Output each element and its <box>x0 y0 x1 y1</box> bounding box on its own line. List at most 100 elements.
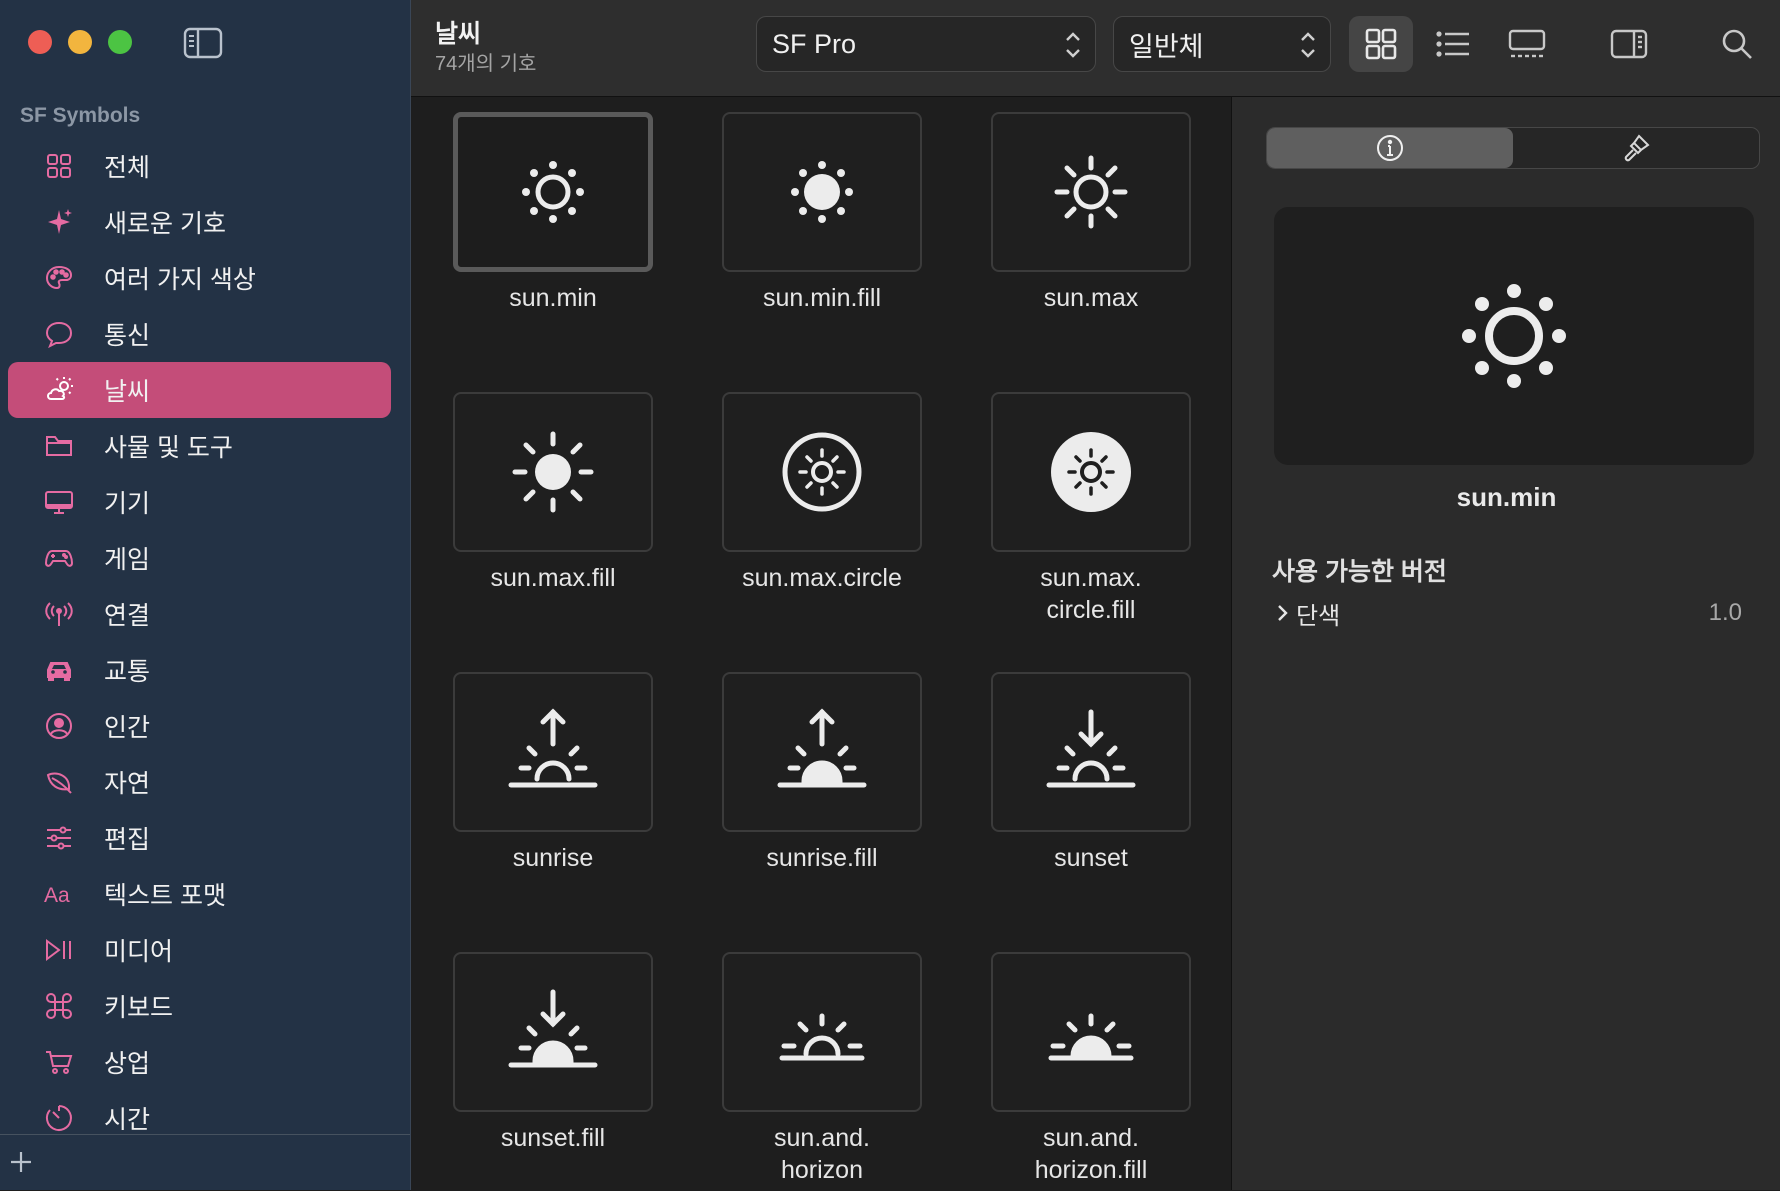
version-row[interactable]: 단색 1.0 <box>1272 595 1742 631</box>
sidebar-item-new-symbols[interactable]: 새로운 기호 <box>8 194 391 250</box>
version-number: 1.0 <box>1708 599 1742 626</box>
inspector-toggle-button[interactable] <box>1597 16 1661 72</box>
symbol-cell-sun-max-circle-fill[interactable]: sun.max. circle.fill <box>991 392 1191 626</box>
inspector-panel: sun.min 사용 가능한 버전 단색 1.0 <box>1231 97 1780 1190</box>
chevron-up-down-icon <box>1066 32 1080 58</box>
symbol-cell-sun-max[interactable]: sun.max <box>991 112 1191 314</box>
sidebar-item-gaming[interactable]: 게임 <box>8 530 391 586</box>
gamecontroller-icon <box>42 541 76 575</box>
symbol-tile <box>453 112 653 272</box>
tab-info[interactable] <box>1267 128 1513 168</box>
sidebar-item-text-formatting[interactable]: Aa 텍스트 포맷 <box>8 866 391 922</box>
symbol-cell-sun-and-horizon-fill[interactable]: sun.and. horizon.fill <box>991 952 1191 1186</box>
symbol-tile <box>722 112 922 272</box>
message-bubble-icon <box>42 317 76 351</box>
weight-select-value: 일반체 <box>1129 31 1204 62</box>
symbol-cell-sun-and-horizon[interactable]: sun.and. horizon <box>722 952 922 1186</box>
preview-symbol-name: sun.min <box>1456 482 1557 512</box>
symbol-tile <box>453 952 653 1112</box>
sun-max-icon <box>1054 155 1128 229</box>
sunrise-fill-icon <box>777 708 867 788</box>
sidebar-item-objects-tools[interactable]: 사물 및 도구 <box>8 418 391 474</box>
sidebar-item-transportation[interactable]: 교통 <box>8 642 391 698</box>
sun-max-circle-icon <box>782 432 862 512</box>
symbol-cell-sunset[interactable]: sunset <box>991 672 1191 874</box>
sidebar-item-media[interactable]: 미디어 <box>8 922 391 978</box>
sidebar-footer <box>0 1134 410 1191</box>
symbol-name: sun.max. circle.fill <box>1040 564 1142 624</box>
symbol-grid: sun.min sun.min.fill sun.max sun.max.fil… <box>411 97 1230 1190</box>
leaf-icon <box>42 765 76 799</box>
font-select-value: SF Pro <box>772 28 857 59</box>
cart-icon <box>42 1045 76 1079</box>
gallery-view-button[interactable] <box>1495 16 1559 72</box>
symbol-cell-sun-min[interactable]: sun.min <box>453 112 653 314</box>
sidebar-right-icon <box>1610 29 1648 59</box>
sparkles-icon <box>42 205 76 239</box>
search-button[interactable] <box>1705 16 1769 72</box>
window-controls <box>28 30 132 54</box>
symbol-tile <box>991 672 1191 832</box>
sidebar-item-weather[interactable]: 날씨 <box>8 362 391 418</box>
sidebar-item-human[interactable]: 인간 <box>8 698 391 754</box>
person-circle-icon <box>42 709 76 743</box>
minimize-window-button[interactable] <box>68 30 92 54</box>
sunset-fill-icon <box>508 989 598 1068</box>
symbol-tile <box>991 952 1191 1112</box>
tab-rendering[interactable] <box>1513 128 1759 168</box>
symbol-name: sun.min <box>509 284 597 312</box>
font-select[interactable]: SF Pro <box>756 16 1096 72</box>
sidebar-item-label: 새로운 기호 <box>104 210 226 238</box>
sliders-icon <box>42 821 76 855</box>
symbol-cell-sun-max-fill[interactable]: sun.max.fill <box>453 392 653 594</box>
add-collection-icon[interactable] <box>6 1147 36 1177</box>
symbol-name: sun.max.fill <box>490 564 616 592</box>
sidebar-item-keyboard[interactable]: 키보드 <box>8 978 391 1034</box>
sidebar-item-label: 텍스트 포맷 <box>104 882 226 910</box>
sidebar-item-label: 전체 <box>104 154 151 182</box>
sidebar-item-editing[interactable]: 편집 <box>8 810 391 866</box>
sidebar-item-label: 편집 <box>104 826 151 854</box>
sun-max-circle-fill-icon <box>1051 432 1131 512</box>
symbol-cell-sunset-fill[interactable]: sunset.fill <box>453 952 653 1154</box>
grid-view-button[interactable] <box>1349 16 1413 72</box>
sidebar-item-devices[interactable]: 기기 <box>8 474 391 530</box>
symbol-name: sunrise <box>512 844 594 872</box>
sun-min-icon <box>522 161 584 223</box>
sidebar-item-label: 날씨 <box>104 378 151 406</box>
car-icon <box>42 653 76 687</box>
sidebar-item-label: 교통 <box>104 658 151 686</box>
symbol-cell-sun-max-circle[interactable]: sun.max.circle <box>722 392 922 594</box>
sidebar-item-nature[interactable]: 자연 <box>8 754 391 810</box>
sidebar-item-commerce[interactable]: 상업 <box>8 1034 391 1090</box>
sidebar-toggle-icon[interactable] <box>183 26 223 60</box>
inspector-tabs <box>1266 127 1760 169</box>
symbol-name: sun.max <box>1043 284 1139 312</box>
symbol-cell-sun-min-fill[interactable]: sun.min.fill <box>722 112 922 314</box>
gallery-view-icon <box>1508 29 1546 58</box>
close-window-button[interactable] <box>28 30 52 54</box>
grid-icon <box>42 149 76 183</box>
sidebar-item-multicolor[interactable]: 여러 가지 색상 <box>8 250 391 306</box>
sidebar: SF Symbols 전체 새로운 기호 여러 가지 색상 통신 날씨 사물 및… <box>0 0 411 1190</box>
chevron-up-down-icon <box>1301 32 1315 58</box>
sidebar-item-label: 통신 <box>104 322 151 350</box>
version-rendering-mode: 단색 <box>1296 602 1341 630</box>
weight-select[interactable]: 일반체 <box>1113 16 1331 72</box>
sidebar-item-all[interactable]: 전체 <box>8 138 391 194</box>
symbol-cell-sunrise[interactable]: sunrise <box>453 672 653 874</box>
list-view-button[interactable] <box>1421 16 1485 72</box>
symbol-preview <box>1274 207 1754 465</box>
sidebar-item-label: 미디어 <box>104 938 174 966</box>
sidebar-item-connectivity[interactable]: 연결 <box>8 586 391 642</box>
sidebar-item-label: 자연 <box>104 770 151 798</box>
cloud-sun-icon <box>42 373 76 407</box>
symbol-cell-sunrise-fill[interactable]: sunrise.fill <box>722 672 922 874</box>
sun-min-icon <box>1462 284 1566 388</box>
sidebar-item-label: 키보드 <box>104 994 174 1022</box>
chevron-right-icon[interactable] <box>1272 603 1292 623</box>
zoom-window-button[interactable] <box>108 30 132 54</box>
sidebar-item-communication[interactable]: 통신 <box>8 306 391 362</box>
paintbrush-icon <box>1624 134 1650 162</box>
symbol-name: sun.min.fill <box>762 284 882 312</box>
